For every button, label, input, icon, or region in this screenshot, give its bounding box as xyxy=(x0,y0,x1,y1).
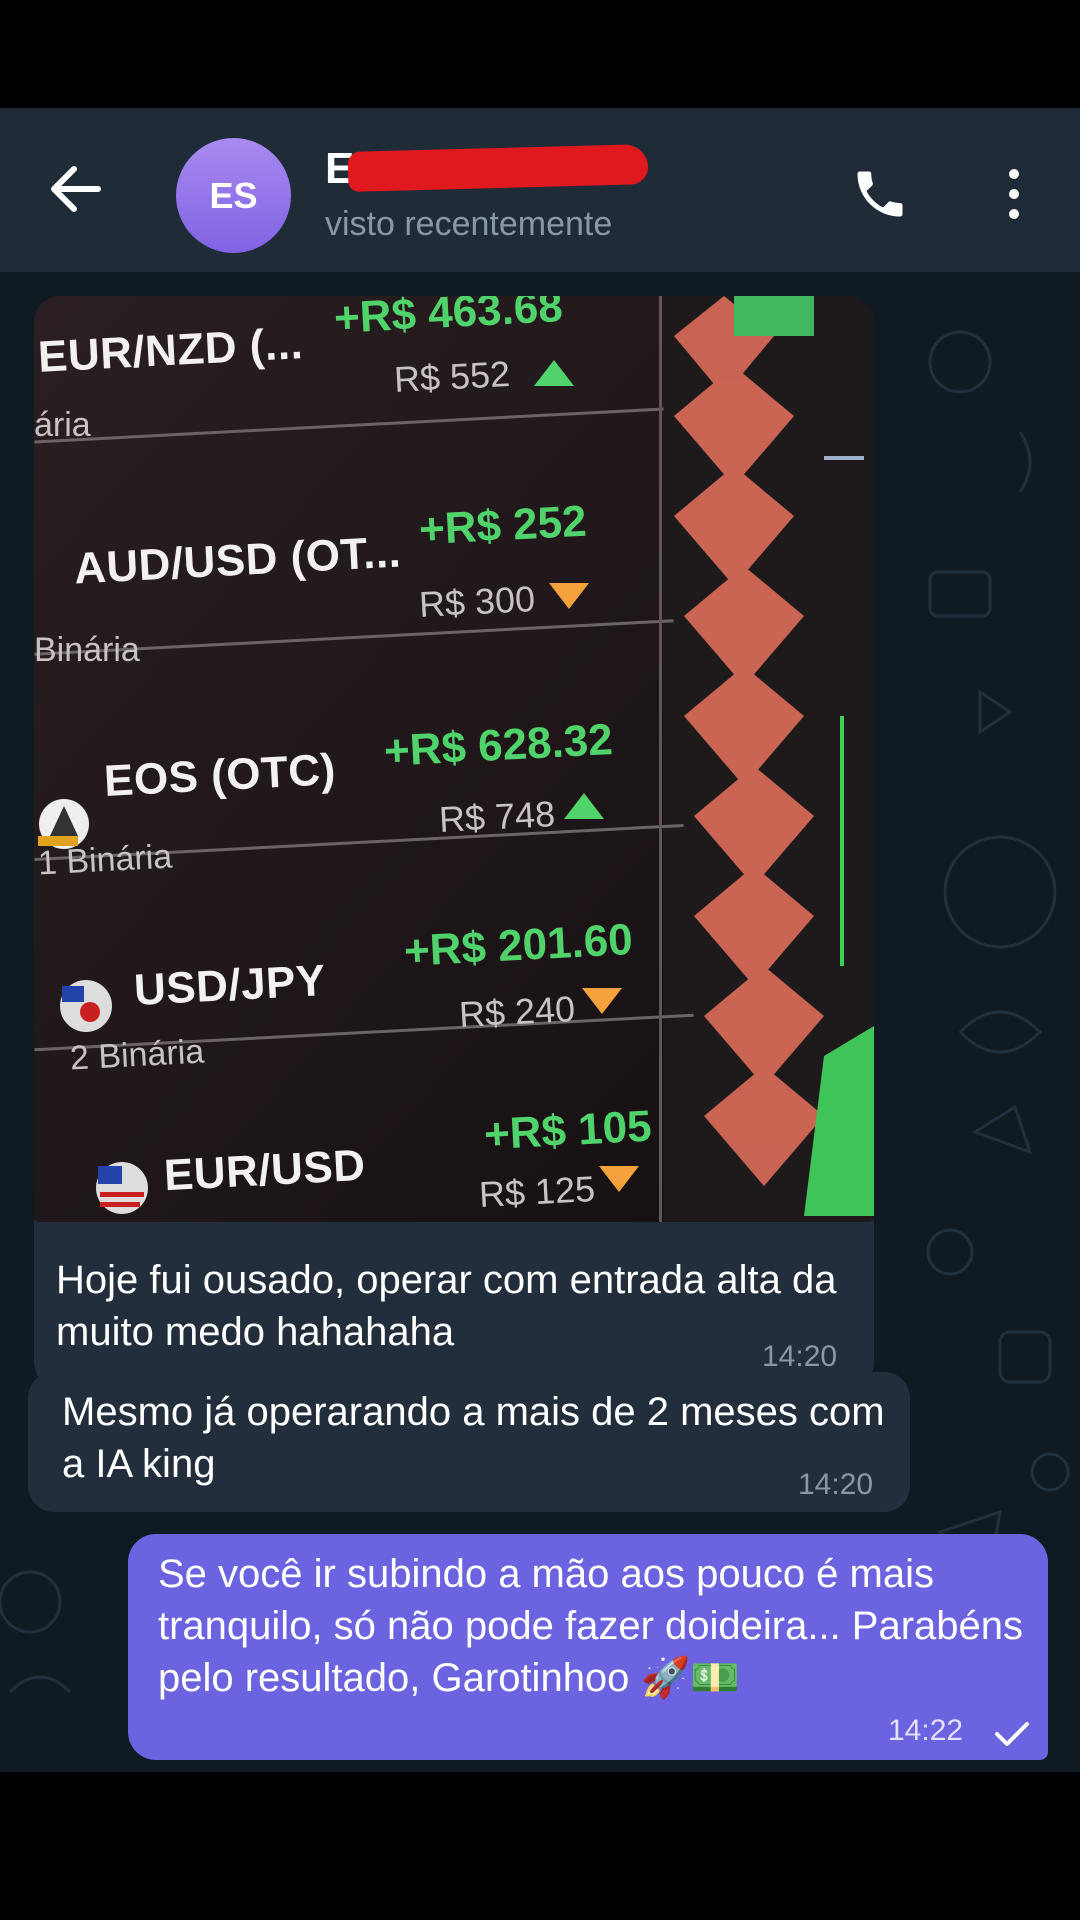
down-arrow-icon xyxy=(582,988,622,1014)
photo-message[interactable]: EUR/NZD (... +R$ 463.68 R$ 552 ária AUD/… xyxy=(34,296,874,1388)
status-bar xyxy=(0,0,1080,108)
chat-area[interactable]: EUR/NZD (... +R$ 463.68 R$ 552 ária AUD/… xyxy=(0,272,1080,1772)
down-arrow-icon xyxy=(599,1166,639,1192)
profit-value: +R$ 105 xyxy=(482,1101,653,1160)
stake-value: R$ 240 xyxy=(457,987,577,1036)
flag-icon xyxy=(60,980,112,1032)
message-bubble[interactable]: Mesmo já operarando a mais de 2 meses co… xyxy=(28,1372,910,1512)
column-divider xyxy=(659,296,662,1222)
stake-value: R$ 552 xyxy=(392,352,512,401)
eos-icon xyxy=(38,799,89,849)
trade-results-photo[interactable]: EUR/NZD (... +R$ 463.68 R$ 552 ária AUD/… xyxy=(34,296,874,1222)
redaction-mark xyxy=(347,144,649,192)
more-vertical-icon[interactable] xyxy=(996,164,1032,224)
trade-type: ária xyxy=(34,406,91,444)
message-text: Mesmo já operarando a mais de 2 meses co… xyxy=(62,1390,885,1486)
phone-icon[interactable] xyxy=(850,164,910,224)
chat-header: ES E visto recentemente xyxy=(0,108,1080,272)
down-arrow-icon xyxy=(549,583,589,609)
contact-status: visto recentemente xyxy=(325,205,613,243)
asset-name: USD/JPY xyxy=(132,956,327,1015)
stake-value: R$ 748 xyxy=(437,792,557,841)
check-icon xyxy=(995,1722,1029,1746)
message-time: 14:22 xyxy=(888,1714,964,1747)
arrow-left-icon[interactable] xyxy=(40,153,112,225)
message-text: Hoje fui ousado, operar com entrada alta… xyxy=(56,1258,837,1354)
trade-type: 2 Binária xyxy=(69,1032,206,1078)
message-time: 14:20 xyxy=(798,1468,874,1501)
avatar[interactable]: ES xyxy=(176,138,291,253)
flag-icon xyxy=(96,1162,148,1214)
outgoing-message-bubble[interactable]: Se você ir subindo a mão aos pouco é mai… xyxy=(128,1534,1048,1760)
message-time: 14:20 xyxy=(762,1340,838,1373)
trade-type: Binária xyxy=(34,631,140,669)
profit-value: +R$ 252 xyxy=(417,496,588,555)
asset-name: EUR/USD xyxy=(162,1140,367,1201)
stake-value: R$ 300 xyxy=(417,577,537,626)
message-text: Se você ir subindo a mão aos pouco é mai… xyxy=(158,1552,1024,1700)
stake-value: R$ 125 xyxy=(477,1167,597,1216)
up-arrow-icon xyxy=(564,793,604,819)
navigation-bar xyxy=(0,1772,1080,1920)
up-arrow-icon xyxy=(534,360,574,386)
